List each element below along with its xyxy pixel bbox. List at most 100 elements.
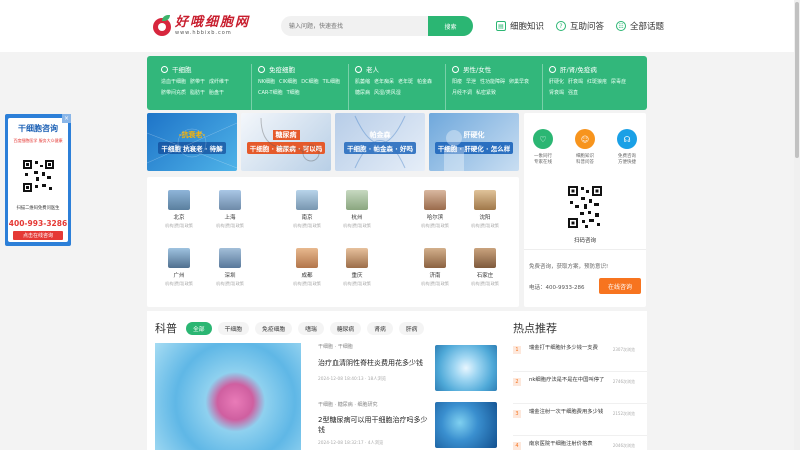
- city-links: 机构|费用|政策: [165, 223, 193, 228]
- tab-4[interactable]: 嗜瑞: [298, 322, 324, 335]
- phone-number: 电话：400-9933-286: [529, 285, 585, 291]
- category-link[interactable]: 帕金森: [417, 78, 432, 85]
- hot-item[interactable]: 1 瑞金打干细胞针多少钱一支费 2307次浏览: [513, 340, 647, 372]
- banner-parkinson[interactable]: 帕金森 干细胞 · 帕金森 · 好吗: [335, 113, 425, 171]
- doctor-icon: [444, 130, 464, 171]
- search-input[interactable]: [281, 16, 428, 36]
- city-card[interactable]: 南京 机构|费用|政策: [287, 190, 327, 229]
- dna-icon: [354, 115, 406, 169]
- city-card[interactable]: 广州 机构|费用|政策: [159, 248, 199, 287]
- article-title[interactable]: 2型糖尿病可以用干细胞治疗吗多少钱: [318, 416, 430, 436]
- tab-liver[interactable]: 肝病: [398, 322, 425, 335]
- category-link[interactable]: DC细胞: [301, 78, 318, 85]
- article-title[interactable]: 治疗血清阴性脊柱炎费用花多少钱: [318, 358, 423, 368]
- tab-kidney[interactable]: 肾病: [367, 322, 393, 335]
- category-link[interactable]: 月经不调: [452, 89, 472, 96]
- category-link[interactable]: 卵巢早衰: [509, 78, 529, 85]
- article-thumbnail[interactable]: [435, 345, 497, 391]
- city-card[interactable]: 北京 机构|费用|政策: [159, 190, 199, 229]
- widget-consult-button[interactable]: 点击在线咨询: [13, 231, 63, 240]
- category-link[interactable]: 红斑狼疮: [587, 78, 607, 85]
- city-name: 重庆: [351, 273, 363, 279]
- category-link[interactable]: 阳痿: [452, 78, 462, 85]
- article-item[interactable]: 干细胞 · 干细胞 治疗血清阴性脊柱炎费用花多少钱 2024-12-08 18:…: [318, 343, 423, 382]
- category-title[interactable]: 免疫细胞: [269, 64, 295, 74]
- category-title[interactable]: 老人: [366, 64, 379, 74]
- category-link[interactable]: 造血干细胞: [161, 78, 186, 85]
- nav-all-topics[interactable]: ☷ 全部话题: [616, 20, 664, 32]
- hot-item-title[interactable]: 瑞金注射一次干细胞费用多少钱: [529, 409, 621, 416]
- tab-stem-cell[interactable]: 干细胞: [217, 322, 250, 335]
- category-link[interactable]: 性功能障碍: [480, 78, 505, 85]
- category-link[interactable]: 肌萎缩: [355, 78, 370, 85]
- category-link[interactable]: TIL细胞: [323, 78, 340, 85]
- category-title[interactable]: 干细胞: [172, 64, 192, 74]
- service-free-consult[interactable]: ☊ 免费咨询 方便快捷: [612, 129, 642, 167]
- hot-item[interactable]: 4 南京医院干细胞注射价格表 2046次浏览: [513, 436, 647, 450]
- view-count: 2746次浏览: [612, 379, 635, 384]
- category-link[interactable]: 脂肪干: [190, 89, 205, 96]
- category-link[interactable]: 胎盘干: [209, 89, 224, 96]
- category-link[interactable]: 成纤维干: [209, 78, 229, 85]
- hot-item[interactable]: 2 nk细胞疗法是不是在中国叫停了 2746次浏览: [513, 372, 647, 404]
- category-link[interactable]: 脐带干: [190, 78, 205, 85]
- article-item[interactable]: 干细胞 · 糖尿病 · 细胞研究 2型糖尿病可以用干细胞治疗吗多少钱 2024-…: [318, 401, 430, 446]
- service-label: 免费咨询 方便快捷: [618, 154, 636, 166]
- city-card[interactable]: 重庆 机构|费用|政策: [337, 248, 377, 287]
- service-label: 一象同行 专家在线: [534, 154, 552, 166]
- category-link[interactable]: 尿毒症: [611, 78, 626, 85]
- category-link[interactable]: NK细胞: [258, 78, 275, 85]
- hot-item[interactable]: 3 瑞金注射一次干细胞费用多少钱 2152次浏览: [513, 404, 647, 436]
- city-card[interactable]: 石家庄 机构|费用|政策: [465, 248, 505, 287]
- city-card[interactable]: 深圳 机构|费用|政策: [210, 248, 250, 287]
- hot-item-title[interactable]: 瑞金打干细胞针多少钱一支费: [529, 345, 621, 352]
- featured-article-image[interactable]: [155, 343, 301, 450]
- city-card[interactable]: 成都 机构|费用|政策: [287, 248, 327, 287]
- tab-all[interactable]: 全部: [186, 322, 212, 335]
- category-link[interactable]: 强直: [568, 89, 578, 96]
- banner-diabetes[interactable]: 糖尿病 干细胞 · 糖尿病 · 可以吗: [241, 113, 331, 171]
- city-card[interactable]: 上海 机构|费用|政策: [210, 190, 250, 229]
- category-link[interactable]: 肝硬化: [549, 78, 564, 85]
- tab-diabetes[interactable]: 糖尿病: [329, 322, 362, 335]
- category-link[interactable]: 脐带间充质: [161, 89, 186, 96]
- category-title[interactable]: 男性/女性: [463, 64, 491, 74]
- city-card[interactable]: 哈尔滨 机构|费用|政策: [415, 190, 455, 229]
- banner-anti-aging[interactable]: -抗衰老- 干细胞 抗衰老 · 待解: [147, 113, 237, 171]
- category-link[interactable]: 糖尿病: [355, 89, 370, 96]
- category-bar: 干细胞 造血干细胞 脐带干 成纤维干 脐带间充质 脂肪干 胎盘干 免疫细胞 NK…: [147, 56, 647, 110]
- city-links: 机构|费用|政策: [293, 223, 321, 228]
- hot-item-title[interactable]: nk细胞疗法是不是在中国叫停了: [529, 377, 621, 384]
- article-thumbnail[interactable]: [435, 402, 497, 448]
- service-knowledge[interactable]: ☺ 细胞知识 科普问答: [570, 129, 600, 167]
- category-link[interactable]: 私密紧致: [476, 89, 496, 96]
- category-link[interactable]: 老年痴呆: [374, 78, 394, 85]
- online-consult-button[interactable]: 在线咨询: [599, 278, 641, 294]
- banner-cirrhosis[interactable]: 肝硬化 干细胞 · 肝硬化 · 怎么样: [429, 113, 519, 171]
- category-link[interactable]: 肾衰竭: [549, 89, 564, 96]
- city-card[interactable]: 沈阳 机构|费用|政策: [465, 190, 505, 229]
- city-card[interactable]: 济南 机构|费用|政策: [415, 248, 455, 287]
- close-icon[interactable]: ×: [62, 114, 71, 123]
- nav-cell-knowledge[interactable]: ▤ 细胞知识: [496, 20, 544, 32]
- category-title[interactable]: 肝/肾/免疫病: [560, 64, 597, 74]
- category-link[interactable]: T细胞: [287, 89, 300, 96]
- search-button[interactable]: 搜索: [428, 16, 473, 36]
- service-expert[interactable]: ♡ 一象同行 专家在线: [528, 129, 558, 167]
- tab-immune-cell[interactable]: 免疫细胞: [255, 322, 293, 335]
- city-image: [219, 190, 241, 210]
- city-image: [296, 190, 318, 210]
- nav-qa[interactable]: ? 互助问答: [556, 20, 604, 32]
- category-link[interactable]: CAR-T细胞: [258, 89, 283, 96]
- site-logo[interactable]: 好哦细胞网 www.hbbixb.com: [153, 14, 250, 38]
- city-card[interactable]: 杭州 机构|费用|政策: [337, 190, 377, 229]
- hot-item-title[interactable]: 南京医院干细胞注射价格表: [529, 441, 621, 448]
- category-link[interactable]: 老年斑: [398, 78, 413, 85]
- view-count: 2046次浏览: [612, 443, 635, 448]
- category-link[interactable]: CIK细胞: [279, 78, 297, 85]
- category-link[interactable]: 早泄: [466, 78, 476, 85]
- category-link[interactable]: 肝衰竭: [568, 78, 583, 85]
- rank-badge: 4: [513, 442, 521, 450]
- scrollbar-thumb[interactable]: [795, 2, 799, 158]
- category-link[interactable]: 风湿/类风湿: [374, 89, 401, 96]
